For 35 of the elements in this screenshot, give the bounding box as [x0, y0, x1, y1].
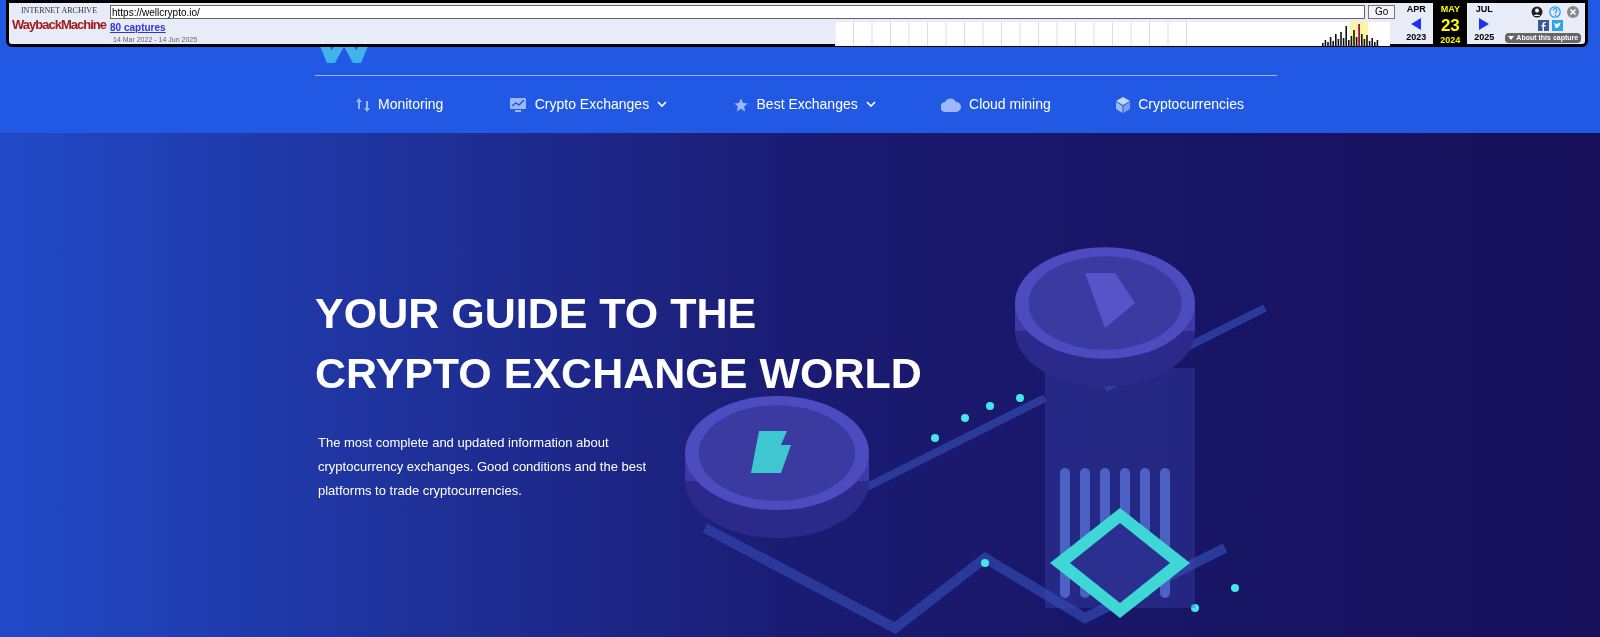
up-down-arrows-icon	[356, 96, 370, 113]
chart-monitor-icon	[508, 96, 527, 113]
chevron-down-icon	[657, 101, 668, 108]
previous-arrow-icon[interactable]	[1411, 17, 1422, 30]
month-label: JUL	[1475, 3, 1493, 16]
nav-link[interactable]: Crypto Exchanges	[508, 94, 668, 115]
close-icon[interactable]	[1567, 6, 1580, 18]
chevron-down-icon	[865, 101, 876, 108]
caret-icon	[1508, 36, 1515, 40]
hero-description: The most complete and updated information about cryptocurrency exchanges. Good conditions and the best platforms to trade cryptocurrencies.	[318, 434, 648, 500]
captures-link[interactable]: 80 captures	[110, 22, 450, 34]
month-column[interactable]: MAY 23 2024	[1433, 3, 1468, 44]
month-column[interactable]: APR 2023	[1399, 3, 1434, 44]
wayback-logo[interactable]: WaybackMachine	[12, 16, 106, 34]
star-icon	[732, 96, 749, 113]
nav-link[interactable]: Cloud mining	[941, 94, 1051, 115]
cube-icon	[1116, 96, 1131, 113]
nav-link[interactable]: Monitoring	[356, 94, 444, 115]
next-arrow-icon[interactable]	[1479, 17, 1490, 30]
archive-label: INTERNET ARCHIVE	[20, 6, 98, 16]
cloud-icon	[941, 97, 962, 112]
year-label: 2025	[1474, 30, 1495, 44]
facebook-icon[interactable]	[1538, 20, 1550, 31]
month-label: MAY	[1440, 3, 1460, 16]
year-label: 2024	[1440, 33, 1461, 47]
month-column[interactable]: JUL 2025	[1467, 3, 1502, 44]
day-label: 23	[1440, 16, 1460, 34]
user-icon[interactable]	[1531, 6, 1544, 18]
nav-link[interactable]: Best Exchanges	[732, 94, 876, 115]
hero-title: YOUR GUIDE TO THE CRYPTO EXCHANGE WORLD	[315, 288, 922, 399]
year-label: 2023	[1406, 30, 1427, 44]
url-field[interactable]: https://wellcrypto.io/	[110, 5, 1365, 19]
month-label: APR	[1406, 3, 1426, 16]
nav-link[interactable]: Cryptocurrencies	[1116, 94, 1244, 115]
go-button[interactable]: Go	[1368, 5, 1396, 19]
